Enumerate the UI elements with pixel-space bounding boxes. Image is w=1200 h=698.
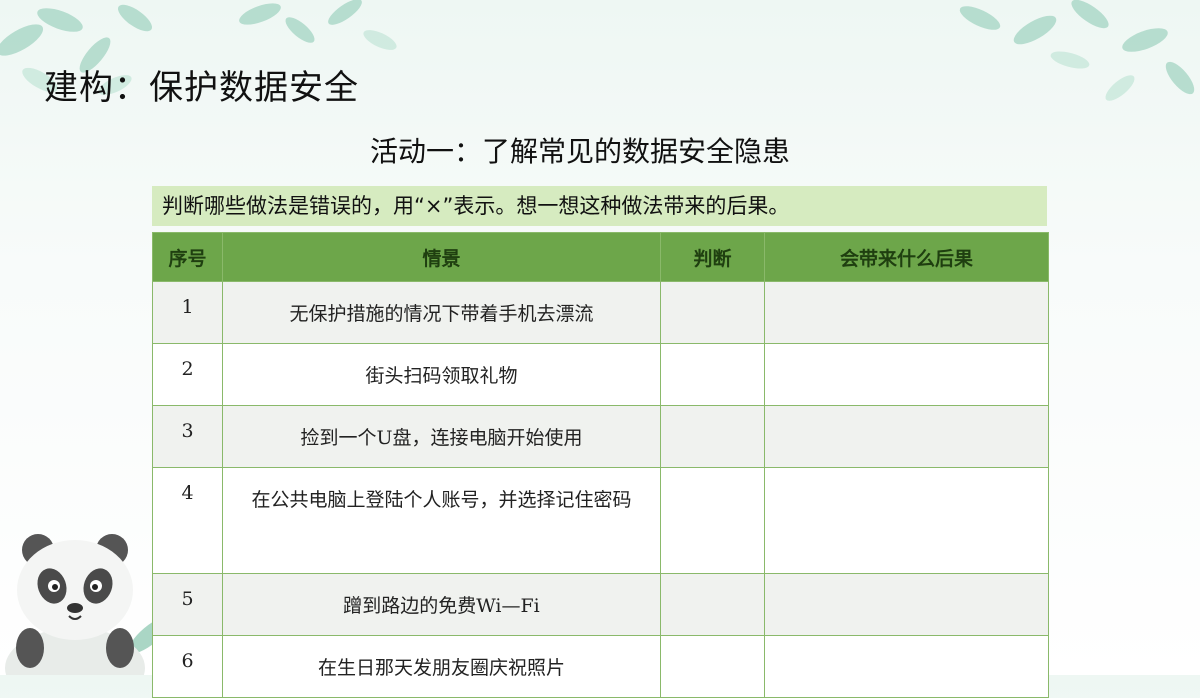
header-consequence: 会带来什么后果 [764,232,1049,282]
row-number: 4 [152,467,223,574]
header-number: 序号 [152,232,223,282]
row-consequence-cell[interactable] [764,405,1049,468]
row-scene: 街头扫码领取礼物 [222,343,661,406]
row-number: 5 [152,573,223,636]
row-number: 3 [152,405,223,468]
row-consequence-cell[interactable] [764,635,1049,698]
row-judgement-cell[interactable] [660,467,765,574]
row-scene: 捡到一个U盘，连接电脑开始使用 [222,405,661,468]
table-row: 5 蹭到路边的免费Wi—Fi [152,573,1049,636]
instruction-banner: 判断哪些做法是错误的，用“×”表示。想一想这种做法带来的后果。 [152,186,1047,226]
table-row: 6 在生日那天发朋友圈庆祝照片 [152,635,1049,698]
row-consequence-cell[interactable] [764,343,1049,406]
header-judgement: 判断 [660,232,765,282]
row-consequence-cell[interactable] [764,281,1049,344]
slide-title: 建构：保护数据安全 [44,68,359,108]
row-scene: 在生日那天发朋友圈庆祝照片 [222,635,661,698]
activity-title: 活动一：了解常见的数据安全隐患 [369,135,790,168]
row-scene: 无保护措施的情况下带着手机去漂流 [222,281,661,344]
row-judgement-cell[interactable] [660,281,765,344]
row-number: 6 [152,635,223,698]
table-row: 2 街头扫码领取礼物 [152,343,1049,406]
row-scene: 在公共电脑上登陆个人账号，并选择记住密码 [222,467,661,574]
table-row: 3 捡到一个U盘，连接电脑开始使用 [152,405,1049,468]
table-header-row: 序号 情景 判断 会带来什么后果 [152,232,1049,282]
row-judgement-cell[interactable] [660,635,765,698]
row-judgement-cell[interactable] [660,405,765,468]
panda-illustration [5,534,145,675]
header-scene: 情景 [222,232,661,282]
leaves-decoration-top-right [959,0,1195,101]
table-row: 1 无保护措施的情况下带着手机去漂流 [152,281,1049,344]
row-consequence-cell[interactable] [764,467,1049,574]
row-judgement-cell[interactable] [660,573,765,636]
row-scene: 蹭到路边的免费Wi—Fi [222,573,661,636]
table-row: 4 在公共电脑上登陆个人账号，并选择记住密码 [152,467,1049,574]
scenario-table: 序号 情景 判断 会带来什么后果 1 无保护措施的情况下带着手机去漂流 2 街头… [152,232,1049,698]
row-number: 1 [152,281,223,344]
row-consequence-cell[interactable] [764,573,1049,636]
row-number: 2 [152,343,223,406]
row-judgement-cell[interactable] [660,343,765,406]
